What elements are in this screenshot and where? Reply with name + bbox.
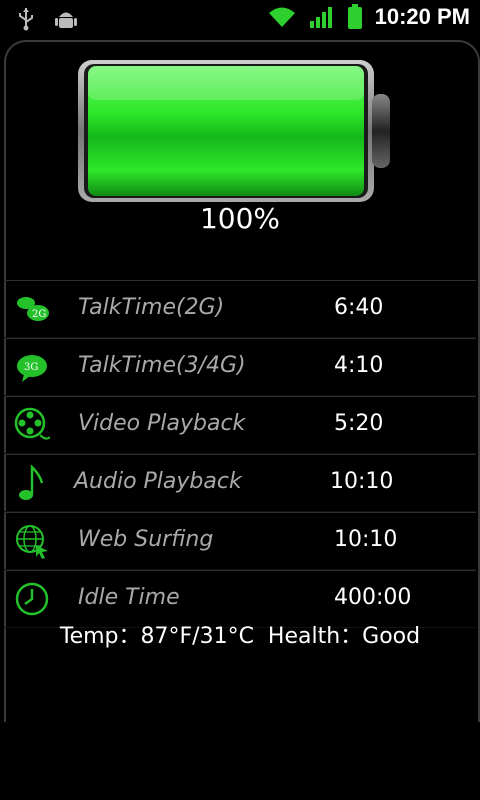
system-icons: 10:20 PM xyxy=(267,4,470,30)
usage-list: 2G TalkTime(2G) 6:40 3G TalkTime(3/4G) 4… xyxy=(4,280,476,628)
talktime-3g-icon: 3G xyxy=(17,355,47,382)
signal-icon xyxy=(309,7,332,28)
talktime-2g-icon: 2G xyxy=(17,297,49,321)
status-clock: 10:20 PM xyxy=(374,4,470,29)
row-label: Audio Playback xyxy=(74,469,242,494)
talktime-2g-icon-text: 2G xyxy=(32,309,46,320)
list-item-web-surfing: Web Surfing 10:10 xyxy=(4,512,476,570)
row-value: 5:20 xyxy=(334,411,384,436)
temp-health-summary: Temp：87°F/31°C Health：Good xyxy=(59,624,421,649)
android-debug-icon xyxy=(55,12,77,28)
clock-icon xyxy=(15,582,49,616)
battery-percent: 100% xyxy=(199,202,281,235)
video-reel-icon xyxy=(14,407,50,440)
list-item-talktime-3g: 3G TalkTime(3/4G) 4:10 xyxy=(4,338,476,396)
row-value: 10:10 xyxy=(330,469,394,494)
row-value: 10:10 xyxy=(334,527,398,552)
row-label: TalkTime(2G) xyxy=(78,295,225,320)
row-label: Web Surfing xyxy=(78,527,214,552)
globe-cursor-icon xyxy=(16,525,48,559)
row-value: 6:40 xyxy=(334,295,384,320)
status-bar: 10:20 PM xyxy=(0,0,480,38)
music-note-icon xyxy=(19,465,44,500)
wifi-icon xyxy=(268,7,295,27)
row-label: TalkTime(3/4G) xyxy=(78,353,246,378)
row-value: 4:10 xyxy=(334,353,384,378)
list-item-video-playback: Video Playback 5:20 xyxy=(4,396,476,454)
row-label: Video Playback xyxy=(78,411,246,436)
battery-terminal xyxy=(372,94,390,168)
talktime-3g-icon-text: 3G xyxy=(24,362,38,373)
battery-icon xyxy=(347,4,362,29)
list-item-talktime-2g: 2G TalkTime(2G) 6:40 xyxy=(4,280,476,338)
list-item-audio-playback: Audio Playback 10:10 xyxy=(4,454,476,512)
notification-icons xyxy=(16,6,78,32)
row-value: 400:00 xyxy=(334,585,412,610)
big-battery-icon xyxy=(78,60,390,202)
battery-graphic xyxy=(76,58,392,208)
row-label: Idle Time xyxy=(78,585,180,610)
usb-icon xyxy=(19,8,33,31)
